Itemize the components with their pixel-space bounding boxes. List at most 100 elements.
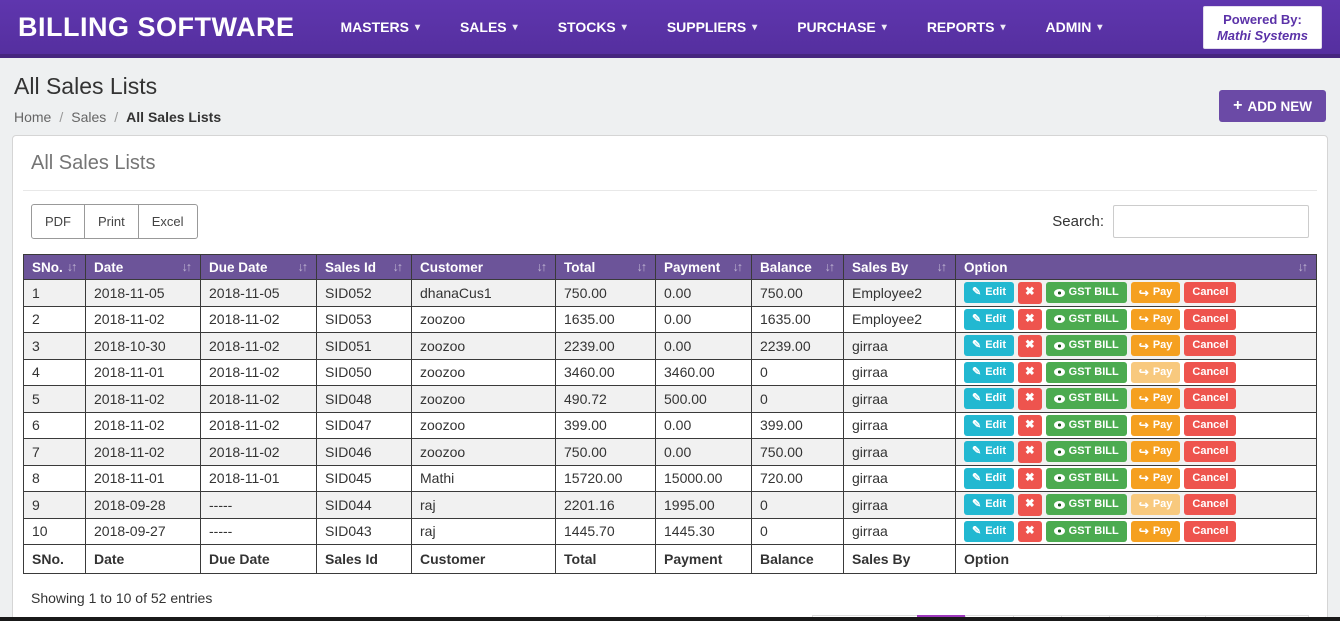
edit-button[interactable]: ✎Edit (964, 415, 1014, 436)
pay-button[interactable]: ↪Pay (1131, 388, 1181, 409)
cancel-button[interactable]: Cancel (1184, 335, 1236, 356)
gst-bill-button[interactable]: GST BILL (1046, 362, 1127, 383)
delete-button[interactable]: ✖ (1018, 521, 1042, 543)
cell-total: 15720.00 (556, 465, 656, 492)
pay-button[interactable]: ↪Pay (1131, 441, 1181, 462)
cell-balance: 0 (752, 359, 844, 386)
cell-customer: zoozoo (412, 359, 556, 386)
gst-bill-button[interactable]: GST BILL (1046, 335, 1127, 356)
cancel-button[interactable]: Cancel (1184, 468, 1236, 489)
cell-date: 2018-11-02 (86, 412, 201, 439)
edit-label: Edit (985, 312, 1006, 327)
pdf-export-button[interactable]: PDF (31, 204, 85, 239)
gst-bill-button[interactable]: GST BILL (1046, 415, 1127, 436)
delete-x-icon: ✖ (1025, 444, 1035, 460)
cell-sales-id: SID046 (317, 439, 412, 466)
delete-button[interactable]: ✖ (1018, 494, 1042, 516)
pay-button[interactable]: ↪Pay (1131, 494, 1181, 515)
breadcrumb-item[interactable]: Sales (71, 109, 106, 125)
delete-button[interactable]: ✖ (1018, 388, 1042, 410)
column-header-due-date[interactable]: Due Date↓↑ (201, 255, 317, 280)
sort-icon: ↓↑ (1298, 260, 1309, 274)
gst-bill-button[interactable]: GST BILL (1046, 468, 1127, 489)
delete-button[interactable]: ✖ (1018, 362, 1042, 384)
gst-bill-button[interactable]: GST BILL (1046, 521, 1127, 542)
gst-bill-label: GST BILL (1069, 312, 1119, 327)
pay-label: Pay (1153, 471, 1173, 486)
gst-bill-button[interactable]: GST BILL (1046, 309, 1127, 330)
column-header-date[interactable]: Date↓↑ (86, 255, 201, 280)
delete-button[interactable]: ✖ (1018, 441, 1042, 463)
cancel-button[interactable]: Cancel (1184, 282, 1236, 303)
footer-column-label: Date (86, 545, 201, 574)
delete-button[interactable]: ✖ (1018, 468, 1042, 490)
gst-bill-button[interactable]: GST BILL (1046, 282, 1127, 303)
table-footer-row: SNo.DateDue DateSales IdCustomerTotalPay… (24, 545, 1317, 574)
delete-button[interactable]: ✖ (1018, 335, 1042, 357)
column-header-sno-[interactable]: SNo.↓↑ (24, 255, 86, 280)
pay-button[interactable]: ↪ Pay (1131, 521, 1181, 542)
add-new-button[interactable]: + ADD NEW (1219, 90, 1326, 122)
pay-button[interactable]: ↪Pay (1131, 362, 1181, 383)
export-button-group: PDFPrintExcel (31, 204, 198, 239)
delete-button[interactable]: ✖ (1018, 282, 1042, 304)
cancel-button[interactable]: Cancel (1184, 309, 1236, 330)
delete-button[interactable]: ✖ (1018, 309, 1042, 331)
cancel-button[interactable]: Cancel (1184, 388, 1236, 409)
cell-sales-id: SID043 (317, 518, 412, 545)
cancel-button[interactable]: Cancel (1184, 415, 1236, 436)
pay-arrow-icon: ↪ (1139, 340, 1149, 352)
excel-export-button[interactable]: Excel (138, 204, 198, 239)
nav-item-stocks[interactable]: STOCKS▾ (558, 19, 627, 35)
column-header-sales-by[interactable]: Sales By↓↑ (844, 255, 956, 280)
cancel-button[interactable]: Cancel (1184, 494, 1236, 515)
edit-button[interactable]: ✎Edit (964, 309, 1014, 330)
edit-button[interactable]: ✎Edit (964, 282, 1014, 303)
search-input[interactable] (1113, 205, 1309, 238)
table-row: 12018-11-052018-11-05SID052dhanaCus1750.… (24, 280, 1317, 307)
pay-button[interactable]: ↪Pay (1131, 309, 1181, 330)
cell-due-date: ----- (201, 492, 317, 519)
column-header-customer[interactable]: Customer↓↑ (412, 255, 556, 280)
edit-button[interactable]: ✎Edit (964, 468, 1014, 489)
pay-button[interactable]: ↪Pay (1131, 282, 1181, 303)
column-header-balance[interactable]: Balance↓↑ (752, 255, 844, 280)
column-header-option[interactable]: Option↓↑ (956, 255, 1317, 280)
action-buttons: ✎Edit✖GST BILL ↪ Pay Cancel (964, 521, 1308, 543)
nav-item-reports[interactable]: REPORTS▾ (927, 19, 1006, 35)
pay-button[interactable]: ↪Pay (1131, 335, 1181, 356)
column-header-label: Total (564, 260, 595, 275)
pay-arrow-icon: ↪ (1139, 525, 1149, 537)
edit-button[interactable]: ✎Edit (964, 521, 1014, 542)
cancel-button[interactable]: Cancel (1184, 441, 1236, 462)
gst-bill-button[interactable]: GST BILL (1046, 388, 1127, 409)
column-header-total[interactable]: Total↓↑ (556, 255, 656, 280)
eye-icon (1054, 501, 1065, 509)
edit-button[interactable]: ✎Edit (964, 362, 1014, 383)
gst-bill-button[interactable]: GST BILL (1046, 441, 1127, 462)
nav-item-masters[interactable]: MASTERS▾ (340, 19, 419, 35)
edit-button[interactable]: ✎Edit (964, 335, 1014, 356)
pay-button[interactable]: ↪Pay (1131, 415, 1181, 436)
edit-button[interactable]: ✎Edit (964, 494, 1014, 515)
column-header-sales-id[interactable]: Sales Id↓↑ (317, 255, 412, 280)
column-header-payment[interactable]: Payment↓↑ (656, 255, 752, 280)
nav-item-suppliers[interactable]: SUPPLIERS▾ (667, 19, 757, 35)
cancel-button[interactable]: Cancel (1184, 362, 1236, 383)
cancel-button[interactable]: Cancel (1184, 521, 1236, 542)
edit-button[interactable]: ✎Edit (964, 441, 1014, 462)
pay-button[interactable]: ↪Pay (1131, 468, 1181, 489)
nav-item-sales[interactable]: SALES▾ (460, 19, 518, 35)
nav-item-purchase[interactable]: PURCHASE▾ (797, 19, 887, 35)
pay-label: Pay (1153, 524, 1173, 539)
eye-icon (1054, 368, 1065, 376)
cell-balance: 750.00 (752, 280, 844, 307)
print-export-button[interactable]: Print (84, 204, 139, 239)
footer-column-label: SNo. (24, 545, 86, 574)
gst-bill-button[interactable]: GST BILL (1046, 494, 1127, 515)
edit-button[interactable]: ✎Edit (964, 388, 1014, 409)
delete-button[interactable]: ✖ (1018, 415, 1042, 437)
nav-item-admin[interactable]: ADMIN▾ (1046, 19, 1103, 35)
breadcrumb-item[interactable]: Home (14, 109, 51, 125)
footer-column-label: Payment (656, 545, 752, 574)
